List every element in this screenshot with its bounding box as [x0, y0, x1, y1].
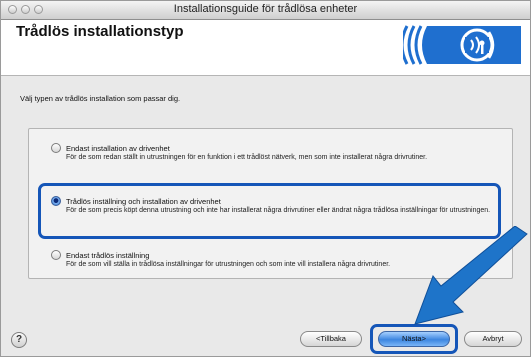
radio-wireless-only[interactable]: [51, 250, 61, 260]
help-button[interactable]: ?: [11, 332, 27, 348]
radio-driver-only[interactable]: [51, 143, 61, 153]
header-banner: Trådlös installationstyp: [1, 20, 530, 76]
option-label: Endast trådlös inställning: [66, 251, 150, 260]
cancel-button[interactable]: Avbryt: [464, 331, 522, 347]
window-title: Installationsguide för trådlösa enheter: [173, 3, 358, 15]
wireless-logo-icon: [403, 22, 523, 68]
pointer-arrow-icon: [414, 226, 528, 325]
instruction-text: Välj typen av trådlös installation som p…: [20, 94, 181, 103]
title-bar: Installationsguide för trådlösa enheter: [1, 1, 530, 20]
option-label: Endast installation av drivenhet: [66, 144, 170, 153]
back-button[interactable]: <Tillbaka: [300, 331, 362, 347]
option-description: För de som redan ställt in utrustningen …: [66, 154, 428, 161]
page-title: Trådlös installationstyp: [16, 23, 184, 40]
